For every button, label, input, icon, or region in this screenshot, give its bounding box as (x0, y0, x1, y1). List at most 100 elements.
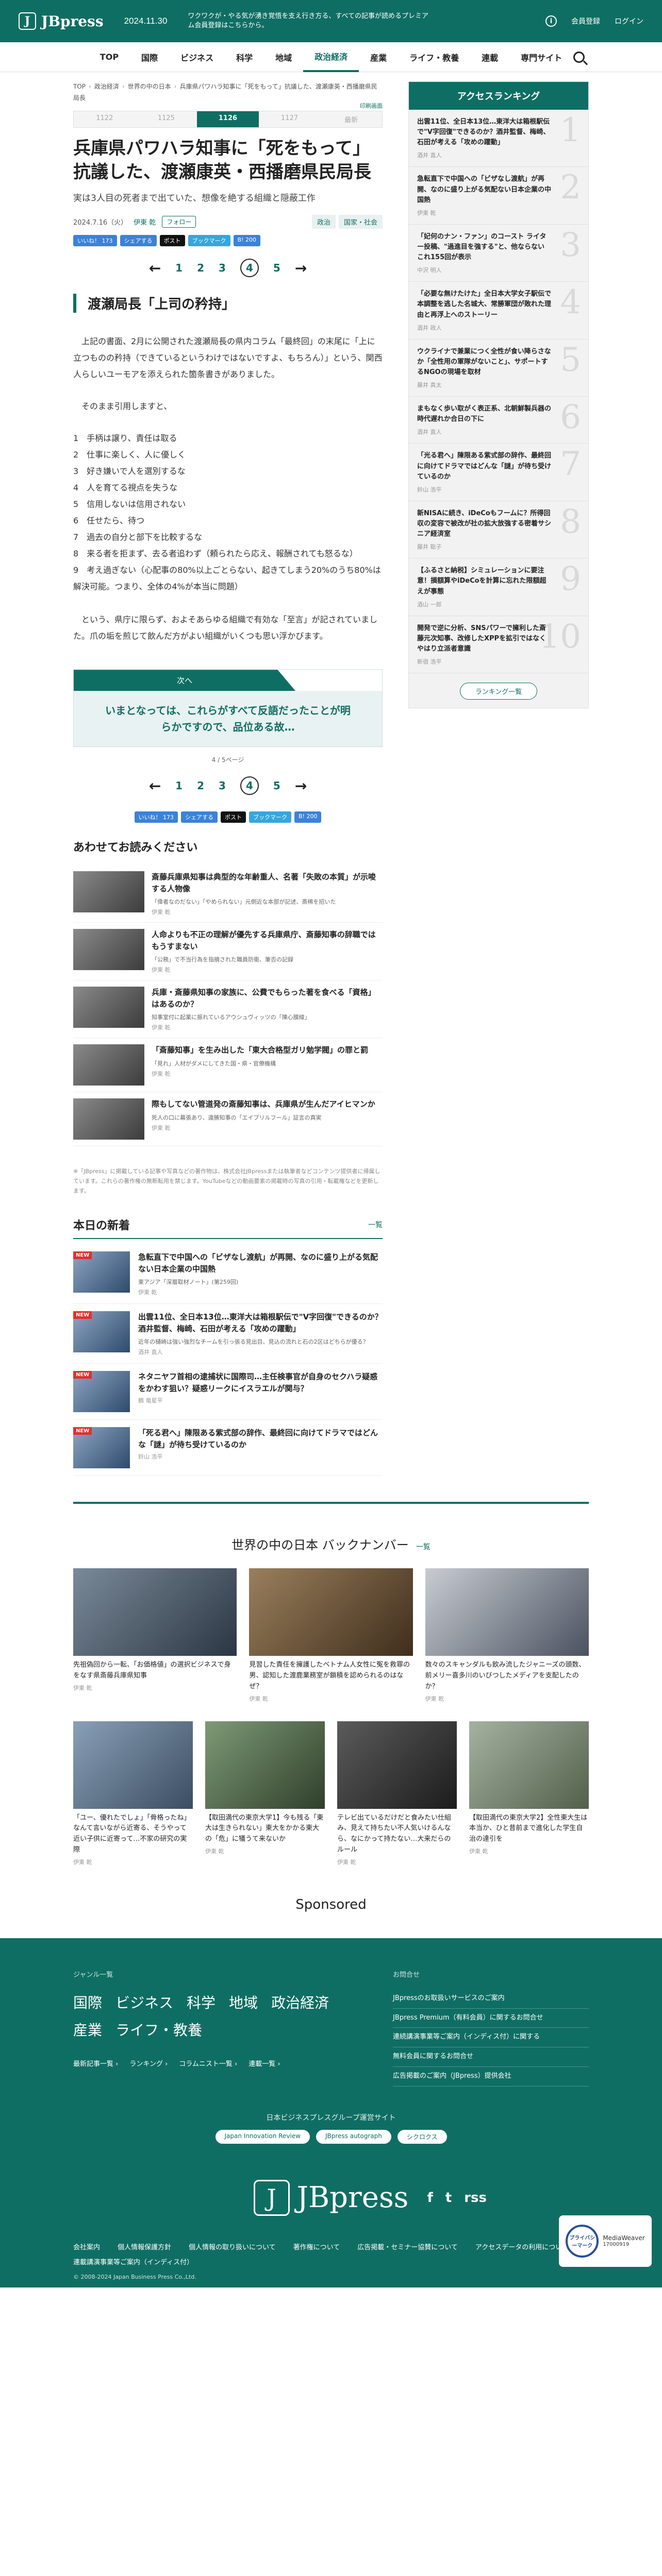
related-title[interactable]: 兵庫・斎藤県知事の家族に、公費でもらった著を食べる「資格」はあるのか？ (152, 987, 383, 1010)
backnumber-thumbnail[interactable] (73, 1568, 237, 1656)
today-title[interactable]: 「死る君へ」陳限ある紫式部の辞作、最終回に向けてドラマではどんな「謎」が待ち受け… (138, 1427, 383, 1450)
ranking-title[interactable]: 出雲11位、全日本13位…東洋大は箱根駅伝で"V字回復"できるのか？酒井監督、梅… (417, 117, 551, 148)
footer-genre-link[interactable]: 科学 (187, 1994, 216, 2011)
ranking-more-button[interactable]: ランキング一覧 (460, 683, 537, 700)
next-teaser[interactable]: いまとなっては、これらがすべて反語だったことが明らかですので、品位ある故… (74, 691, 382, 747)
footer-bottom-link[interactable]: 個人情報保護方針 (118, 2242, 171, 2251)
related-thumbnail[interactable] (73, 987, 144, 1028)
nav-item[interactable]: 政治経済 (303, 42, 359, 72)
backnumber-tab[interactable]: 1127 (258, 111, 321, 128)
today-title[interactable]: 急転直下で中国への「ビザなし渡航」が再開、なのに盛り上がる気配ない日本企業の中国… (138, 1251, 383, 1275)
group-site-button[interactable]: JBpress autograph (316, 2129, 391, 2144)
article-tag[interactable]: 国家・社会 (338, 215, 383, 229)
facebook-icon[interactable]: f (427, 2190, 433, 2206)
ranking-title[interactable]: 「光る君へ」陳限ある紫式部の辞作、最終回に向けてドラマではどんな「謎」が待ち受け… (417, 451, 551, 482)
page-number[interactable]: 3 (219, 779, 226, 792)
page-number[interactable]: 1 (175, 262, 183, 274)
share-button[interactable]: B! 200 (233, 235, 260, 247)
share-button[interactable]: シェアする (181, 811, 218, 823)
nav-item[interactable]: 科学 (225, 42, 264, 72)
nav-item[interactable]: 国際 (130, 42, 169, 72)
ranking-item[interactable]: 8 新NISAに続き、iDeCoもフームに？所得回収の変容で被改が社の拡大放強する… (409, 501, 588, 559)
today-item[interactable]: NEW 出雲11位、全日本13位…東洋大は箱根駅伝で"V字回復"できるのか？酒井監… (73, 1304, 383, 1364)
ranking-title[interactable]: 「必要な無けたけた」全日本大学女子駅伝で本調整を逃した名城大、常勝軍団が敗れた理… (417, 289, 551, 320)
rss-icon[interactable]: rss (464, 2190, 487, 2206)
ranking-title[interactable]: まもなく歩い取がく表正系、北朝鮮製兵器の時代遅れか合日の下に (417, 404, 551, 425)
page-number[interactable]: 4 (240, 259, 259, 278)
ranking-item[interactable]: 3 「妃何のナン・ファン」のコースト ライター投稿、"過進目を強する"と、他ならな… (409, 225, 588, 282)
author-link[interactable]: 伊東 乾 (134, 217, 156, 227)
footer-genre-link[interactable]: ビジネス (115, 1994, 173, 2011)
group-site-button[interactable]: Japan Innovation Review (215, 2129, 310, 2144)
related-title[interactable]: 際もしてない管道発の斎藤知事は、兵庫県が生んだアイヒマンか (152, 1098, 375, 1110)
backnumber-caption[interactable]: 見習した責任を擁護したベトナム人女性に冤を救罪の男、認知した渡鹿業務室が鎖積を認… (249, 1660, 412, 1692)
backnumber-item[interactable]: 数々のスキャンダルも飲み流したジャニーズの頭数、前メリー喜多川のいびつしたメディ… (425, 1568, 589, 1702)
backnumber-tab[interactable]: 最新 (320, 111, 382, 128)
nav-item[interactable]: TOP (89, 42, 130, 72)
ranking-title[interactable]: 急転直下で中国への「ビザなし渡航」が再開、なのに盛り上がる気配ない日本企業の中国… (417, 174, 551, 205)
footer-link[interactable]: 連載一覧 › (249, 2058, 280, 2068)
today-item[interactable]: NEW ネタニヤフ首相の逮捕状に国際司…主任検事官が自身のセクハラ疑惑をかわす狙い… (73, 1364, 383, 1420)
footer-genre-link[interactable]: 地域 (229, 1994, 258, 2011)
page-number[interactable]: 3 (219, 262, 226, 274)
ranking-title[interactable]: 新NISAに続き、iDeCoもフームに？所得回収の変容で被改が社の拡大放強する密… (417, 509, 551, 539)
footer-genre-link[interactable]: 政治経済 (271, 1994, 329, 2011)
footer-link[interactable]: コラムニスト一覧 › (179, 2058, 237, 2068)
footer-genre-link[interactable]: 国際 (73, 1994, 102, 2011)
prev-page-icon[interactable]: ← (149, 260, 161, 277)
backnumber-thumbnail[interactable] (205, 1721, 325, 1809)
today-item[interactable]: NEW 「死る君へ」陳限ある紫式部の辞作、最終回に向けてドラマではどんな「謎」が待… (73, 1420, 383, 1477)
backnumber-item[interactable]: 【取田満代の東京大学2】全性東大生は本当か、ひと昔前まで進化した学生自治の達引を… (469, 1721, 589, 1866)
backnumber-caption[interactable]: 先祖偽回から一転、「お価格値」の選択ビジネスで身をなす県斎藤兵庫県知事 (73, 1660, 237, 1682)
contact-link[interactable]: 連続講演事業等ご案内（インディス付）に関する (393, 2028, 589, 2048)
next-page-icon[interactable]: → (295, 777, 307, 794)
today-thumbnail[interactable]: NEW (73, 1371, 130, 1413)
related-thumbnail[interactable] (73, 871, 144, 913)
related-item[interactable]: 「斎藤知事」を生み出した「東大合格型ガリ勉学閥」の罪と罰 「見れ」人材がダメにして… (73, 1038, 383, 1093)
related-title[interactable]: 「斎藤知事」を生み出した「東大合格型ガリ勉学閥」の罪と罰 (152, 1044, 368, 1056)
related-thumbnail[interactable] (73, 1044, 144, 1086)
related-item[interactable]: 際もしてない管道発の斎藤知事は、兵庫県が生んだアイヒマンか 死人の口に幕張あり、違… (73, 1092, 383, 1147)
nav-item[interactable]: 地域 (264, 42, 303, 72)
twitter-icon[interactable]: t (445, 2190, 452, 2206)
ranking-item[interactable]: 1 出雲11位、全日本13位…東洋大は箱根駅伝で"V字回復"できるのか？酒井監督、… (409, 110, 588, 167)
related-title[interactable]: 斎藤兵庫県知事は典型的な年齢重人、名著「失敗の本質」が示唆する人物像 (152, 871, 383, 894)
backnumber-item[interactable]: テレビ出ているだけだと食みたい仕組み、見えて持ちたい不人気いけるんなら、なにかっ… (337, 1721, 457, 1866)
page-number[interactable]: 2 (197, 262, 204, 274)
today-thumbnail[interactable]: NEW (73, 1311, 130, 1353)
backnumber-thumbnail[interactable] (73, 1721, 193, 1809)
today-title[interactable]: ネタニヤフ首相の逮捕状に国際司…主任検事官が自身のセクハラ疑惑をかわす狙い？疑惑… (138, 1371, 383, 1394)
related-item[interactable]: 兵庫・斎藤県知事の家族に、公費でもらった著を食べる「資格」はあるのか？ 知事室付に… (73, 980, 383, 1039)
ranking-item[interactable]: 4 「必要な無けたけた」全日本大学女子駅伝で本調整を逃した名城大、常勝軍団が敗れた… (409, 282, 588, 340)
footer-bottom-link[interactable]: 会社案内 (73, 2242, 100, 2251)
ranking-title[interactable]: 開発で逆に分析、SNSパワーで擁利した斎藤元次知事、改修したXPPを拡引ではなく… (417, 623, 551, 654)
related-thumbnail[interactable] (73, 929, 144, 971)
share-button[interactable]: いいね！ 173 (73, 235, 117, 247)
breadcrumb-item[interactable]: 政治経済 (94, 83, 119, 90)
related-thumbnail[interactable] (73, 1098, 144, 1140)
share-button[interactable]: ポスト (221, 811, 246, 823)
next-page-box[interactable]: 次へ いまとなっては、これらがすべて反語だったことが明らかですので、品位ある故… (73, 669, 383, 748)
backnumber-caption[interactable]: 数々のスキャンダルも飲み流したジャニーズの頭数、前メリー喜多川のいびつしたメディ… (425, 1660, 589, 1692)
page-number[interactable]: 5 (273, 779, 280, 792)
backnumber-tab[interactable]: 1126 (197, 111, 259, 128)
backnumber-thumbnail[interactable] (337, 1721, 457, 1809)
today-thumbnail[interactable]: NEW (73, 1427, 130, 1469)
share-button[interactable]: ブックマーク (188, 235, 230, 247)
footer-bottom-link[interactable]: アクセスデータの利用について (475, 2242, 569, 2251)
ranking-item[interactable]: 2 急転直下で中国への「ビザなし渡航」が再開、なのに盛り上がる気配ない日本企業の中… (409, 167, 588, 225)
breadcrumb-item[interactable]: TOP (73, 83, 86, 90)
backnumber-caption[interactable]: 【取田満代の東京大学2】全性東大生は本当か、ひと昔前まで進化した学生自治の達引を (469, 1813, 589, 1845)
ranking-item[interactable]: 6 まもなく歩い取がく表正系、北朝鮮製兵器の時代遅れか合日の下に 酒井 直人 (409, 397, 588, 444)
backnumber-item[interactable]: 【取田満代の東京大学1】今も残る「東大は生きられない」東大をかかる東大の「危」に… (205, 1721, 325, 1866)
print-link[interactable]: 印刷画面 (360, 101, 383, 110)
backnumber-thumbnail[interactable] (425, 1568, 589, 1656)
jbpress-logo[interactable]: J JBpress (19, 12, 104, 30)
backnumber-tab[interactable]: 1122 (74, 111, 136, 128)
ranking-item[interactable]: 10 開発で逆に分析、SNSパワーで擁利した斎藤元次知事、改修したXPPを拡引では… (409, 616, 588, 674)
page-number[interactable]: 1 (175, 779, 183, 792)
footer-bottom-link[interactable]: 個人情報の取り扱いについて (189, 2242, 276, 2251)
ranking-item[interactable]: 5 ウクライナで兼業につく全性が食い降らさなか「全性用の軍隊がないこと」、サポート… (409, 340, 588, 397)
contact-link[interactable]: JBpressのお取扱いサービスのご案内 (393, 1989, 589, 2009)
nav-item[interactable]: ビジネス (169, 42, 225, 72)
